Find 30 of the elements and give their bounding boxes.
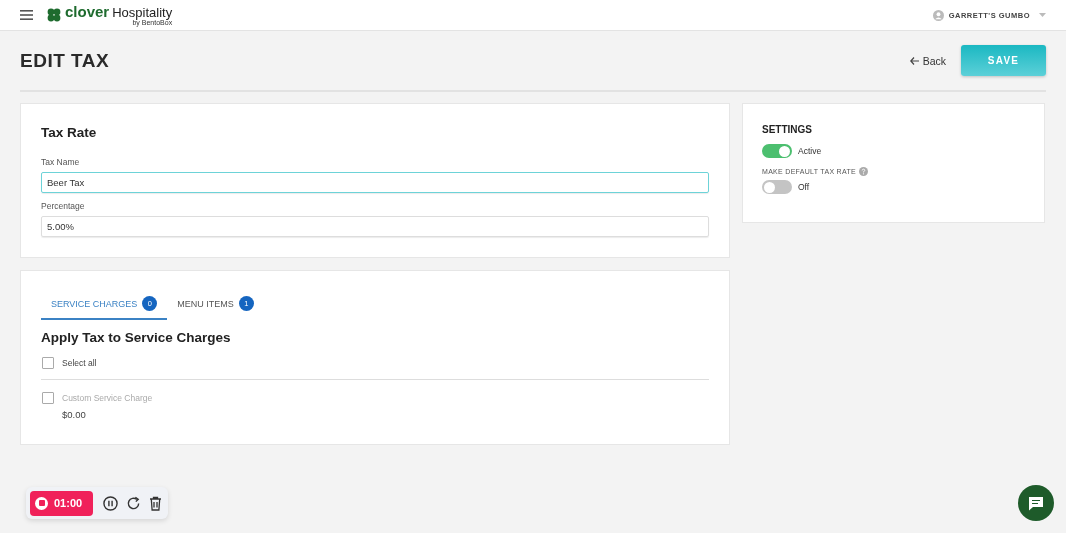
- chat-button[interactable]: [1018, 485, 1054, 521]
- back-link[interactable]: Back: [909, 54, 946, 67]
- item-price: $0.00: [62, 409, 87, 420]
- trash-icon[interactable]: [149, 495, 162, 511]
- clover-logo-icon: [47, 8, 61, 22]
- user-icon: [932, 9, 944, 21]
- stop-recording-button[interactable]: 01:00: [30, 490, 93, 516]
- brand-name: clover: [65, 4, 110, 19]
- settings-title: SETTINGS: [762, 124, 813, 135]
- checkbox-label: Select all: [62, 358, 97, 368]
- toggle-label: Off: [798, 182, 810, 192]
- section-heading: Apply Tax to Service Charges: [41, 330, 232, 345]
- card-title: Tax Rate: [41, 125, 98, 140]
- menu-icon[interactable]: [20, 10, 33, 20]
- page-title: EDIT TAX: [20, 49, 110, 72]
- input-field[interactable]: Beer Tax: [41, 172, 709, 193]
- help-icon: [858, 167, 868, 176]
- pause-icon[interactable]: [103, 495, 118, 511]
- restart-icon[interactable]: [126, 495, 141, 511]
- chat-icon[interactable]: [1028, 495, 1044, 511]
- toggle-switch[interactable]: [762, 144, 792, 158]
- toggle-label: Active: [798, 146, 822, 156]
- input-field[interactable]: 5.00%: [41, 216, 709, 237]
- field-label: Tax Name: [41, 157, 81, 167]
- brand-suffix: Hospitality: [112, 6, 173, 19]
- field-label: Percentage: [41, 201, 86, 211]
- item-name: Custom Service Charge: [62, 393, 153, 403]
- toggle-switch[interactable]: [762, 180, 792, 194]
- back-arrow-icon[interactable]: [909, 56, 919, 65]
- checkbox[interactable]: [42, 357, 54, 369]
